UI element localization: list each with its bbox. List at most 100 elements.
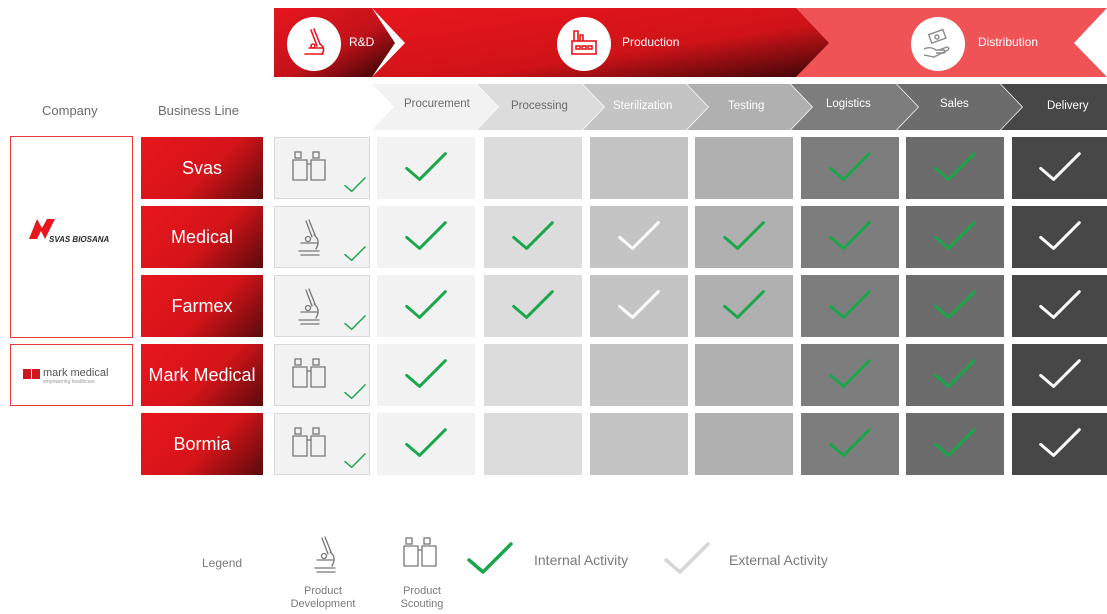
money-hand-icon xyxy=(911,17,965,71)
binoculars-icon xyxy=(289,424,329,469)
activity-cell-procurement xyxy=(377,275,475,337)
company-svas-biosana: SVAS BIOSANA xyxy=(10,136,133,338)
microscope-icon xyxy=(289,217,329,266)
activity-cell-procurement xyxy=(377,413,475,475)
activity-cell-testing xyxy=(695,137,793,199)
microscope-icon xyxy=(289,286,329,335)
external-check-icon xyxy=(1037,150,1083,188)
activity-cell-processing xyxy=(484,137,582,199)
stage-distribution-label: Distribution xyxy=(978,35,1039,49)
binoculars-icon xyxy=(289,148,329,193)
mark-medical-tagline: empowering healthcare xyxy=(43,379,95,385)
internal-check-icon xyxy=(827,357,873,395)
factory-icon xyxy=(557,17,611,71)
legend-internal-label: Internal Activity xyxy=(534,552,629,568)
internal-check-icon xyxy=(403,288,449,326)
internal-check-icon xyxy=(343,245,367,267)
activity-cell-delivery xyxy=(1012,137,1107,199)
legend-binoculars-icon xyxy=(400,534,440,579)
activity-cell-sterilization xyxy=(590,206,688,268)
legend-product-development: Product Development xyxy=(290,585,356,610)
legend-internal-check-icon xyxy=(465,540,515,581)
internal-check-icon xyxy=(343,383,367,405)
legend-title: Legend xyxy=(202,556,243,570)
internal-check-icon xyxy=(827,150,873,188)
legend-product-scouting: Product Scouting xyxy=(400,585,444,610)
stage-rd-label: R&D xyxy=(349,35,375,49)
rd-cell xyxy=(274,344,370,406)
activity-cell-processing xyxy=(484,206,582,268)
internal-check-icon xyxy=(932,219,978,257)
step-logistics-label: Logistics xyxy=(826,98,871,110)
activity-cell-sales xyxy=(906,137,1004,199)
activity-cell-processing xyxy=(484,413,582,475)
activity-cell-delivery xyxy=(1012,206,1107,268)
internal-check-icon xyxy=(510,219,556,257)
step-testing-label: Testing xyxy=(728,100,765,112)
company-mark-medical: mark medical empowering healthcare xyxy=(10,344,133,406)
activity-cell-testing xyxy=(695,206,793,268)
internal-check-icon xyxy=(827,219,873,257)
internal-check-icon xyxy=(403,219,449,257)
activity-cell-procurement xyxy=(377,206,475,268)
rd-cell xyxy=(274,137,370,199)
step-procurement-label: Procurement xyxy=(404,98,470,110)
internal-check-icon xyxy=(827,288,873,326)
microscope-icon xyxy=(287,17,341,71)
activity-cell-sales xyxy=(906,275,1004,337)
business-line-medical: Medical xyxy=(141,206,263,268)
activity-cell-processing xyxy=(484,275,582,337)
activity-cell-logistics xyxy=(801,275,899,337)
svas-biosana-name: SVAS BIOSANA xyxy=(49,235,110,244)
activity-cell-sterilization xyxy=(590,344,688,406)
step-sterilization-label: Sterilization xyxy=(613,100,673,112)
activity-cell-logistics xyxy=(801,413,899,475)
activity-cell-logistics xyxy=(801,137,899,199)
rd-cell xyxy=(274,206,370,268)
internal-check-icon xyxy=(403,357,449,395)
rd-cell xyxy=(274,413,370,475)
stage-production-label: Production xyxy=(622,35,680,49)
internal-check-icon xyxy=(932,288,978,326)
internal-check-icon xyxy=(343,176,367,198)
internal-check-icon xyxy=(403,426,449,464)
activity-cell-testing xyxy=(695,413,793,475)
internal-check-icon xyxy=(932,150,978,188)
step-processing-label: Processing xyxy=(511,100,568,112)
activity-cell-logistics xyxy=(801,344,899,406)
binoculars-icon xyxy=(289,355,329,400)
external-check-icon xyxy=(616,288,662,326)
business-line-mark-medical: Mark Medical xyxy=(141,344,263,406)
internal-check-icon xyxy=(827,426,873,464)
business-line-svas: Svas xyxy=(141,137,263,199)
business-line-farmex: Farmex xyxy=(141,275,263,337)
activity-cell-delivery xyxy=(1012,344,1107,406)
mark-medical-name: mark medical xyxy=(43,367,109,379)
activity-cell-delivery xyxy=(1012,275,1107,337)
internal-check-icon xyxy=(343,314,367,336)
internal-check-icon xyxy=(721,219,767,257)
activity-cell-sterilization xyxy=(590,413,688,475)
step-delivery-label: Delivery xyxy=(1047,100,1089,112)
activity-cell-delivery xyxy=(1012,413,1107,475)
activity-cell-testing xyxy=(695,344,793,406)
activity-cell-procurement xyxy=(377,344,475,406)
legend-external-label: External Activity xyxy=(729,552,828,568)
activity-cell-testing xyxy=(695,275,793,337)
mark-medical-logo xyxy=(23,369,31,379)
business-line-bormia: Bormia xyxy=(141,413,263,475)
legend-microscope-icon xyxy=(305,534,345,583)
legend-external-check-icon xyxy=(662,540,712,581)
external-check-icon xyxy=(1037,219,1083,257)
internal-check-icon xyxy=(721,288,767,326)
activity-cell-logistics xyxy=(801,206,899,268)
rd-cell xyxy=(274,275,370,337)
activity-cell-sales xyxy=(906,344,1004,406)
external-check-icon xyxy=(1037,357,1083,395)
activity-cell-sterilization xyxy=(590,275,688,337)
step-sales-label: Sales xyxy=(940,98,969,110)
internal-check-icon xyxy=(343,452,367,474)
external-check-icon xyxy=(616,219,662,257)
external-check-icon xyxy=(1037,288,1083,326)
activity-cell-processing xyxy=(484,344,582,406)
